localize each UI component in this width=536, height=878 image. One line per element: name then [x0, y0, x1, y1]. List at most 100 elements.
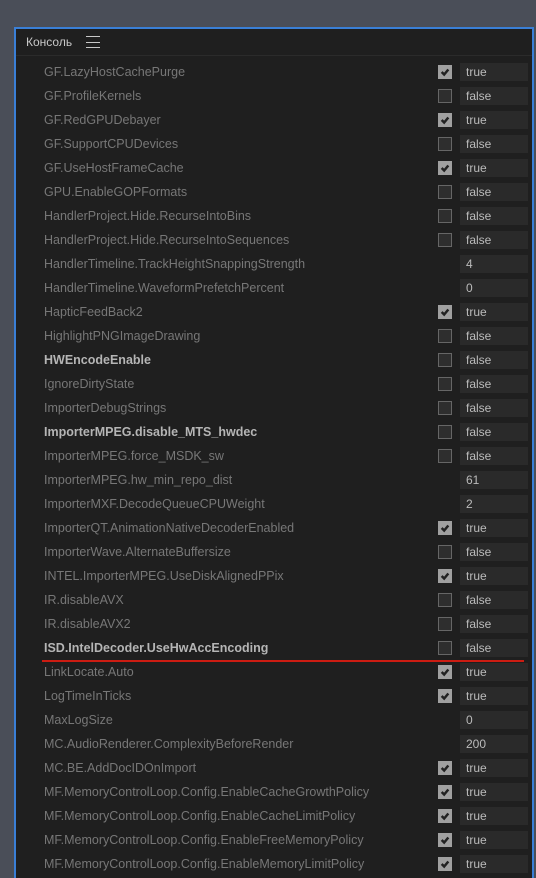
setting-row: ImporterMPEG.disable_MTS_hwdecfalse — [44, 420, 528, 444]
setting-value[interactable]: true — [460, 783, 528, 801]
checkbox-slot — [434, 689, 456, 703]
setting-value[interactable]: 0 — [460, 711, 528, 729]
checkbox-slot — [434, 545, 456, 559]
setting-label: ISD.IntelDecoder.UseHwAccEncoding — [44, 641, 434, 655]
setting-row: IgnoreDirtyStatefalse — [44, 372, 528, 396]
setting-value[interactable]: true — [460, 759, 528, 777]
setting-checkbox[interactable] — [438, 137, 452, 151]
setting-value[interactable]: false — [460, 87, 528, 105]
setting-value[interactable]: false — [460, 447, 528, 465]
setting-value[interactable]: true — [460, 303, 528, 321]
setting-row: HighlightPNGImageDrawingfalse — [44, 324, 528, 348]
setting-value[interactable]: false — [460, 351, 528, 369]
setting-checkbox[interactable] — [438, 617, 452, 631]
setting-checkbox[interactable] — [438, 593, 452, 607]
setting-value[interactable]: true — [460, 519, 528, 537]
setting-checkbox[interactable] — [438, 65, 452, 79]
setting-checkbox[interactable] — [438, 305, 452, 319]
checkbox-slot — [434, 785, 456, 799]
setting-checkbox[interactable] — [438, 857, 452, 871]
setting-label: ImporterWave.AlternateBuffersize — [44, 545, 434, 559]
setting-value[interactable]: true — [460, 687, 528, 705]
setting-label: GF.LazyHostCachePurge — [44, 65, 434, 79]
setting-checkbox[interactable] — [438, 569, 452, 583]
setting-checkbox[interactable] — [438, 449, 452, 463]
setting-checkbox[interactable] — [438, 329, 452, 343]
setting-value[interactable]: true — [460, 111, 528, 129]
setting-value[interactable]: false — [460, 543, 528, 561]
setting-checkbox[interactable] — [438, 113, 452, 127]
setting-label: MaxLogSize — [44, 713, 434, 727]
setting-value[interactable]: false — [460, 327, 528, 345]
setting-row: GF.LazyHostCachePurge true — [44, 60, 528, 84]
setting-value[interactable]: true — [460, 159, 528, 177]
checkbox-slot — [434, 857, 456, 871]
setting-value[interactable]: false — [460, 591, 528, 609]
setting-value[interactable]: 4 — [460, 255, 528, 273]
setting-value[interactable]: true — [460, 807, 528, 825]
setting-value[interactable]: true — [460, 567, 528, 585]
setting-checkbox[interactable] — [438, 785, 452, 799]
setting-label: ImporterQT.AnimationNativeDecoderEnabled — [44, 521, 434, 535]
setting-checkbox[interactable] — [438, 761, 452, 775]
setting-checkbox[interactable] — [438, 185, 452, 199]
checkbox-slot — [434, 401, 456, 415]
setting-label: GPU.EnableGOPFormats — [44, 185, 434, 199]
setting-label: HandlerTimeline.TrackHeightSnappingStren… — [44, 257, 434, 271]
setting-row: MC.AudioRenderer.ComplexityBeforeRender2… — [44, 732, 528, 756]
checkbox-slot — [434, 233, 456, 247]
setting-label: MF.MemoryControlLoop.Config.EnableCacheL… — [44, 809, 434, 823]
setting-value[interactable]: true — [460, 831, 528, 849]
setting-label: HandlerTimeline.WaveformPrefetchPercent — [44, 281, 434, 295]
setting-row: GF.SupportCPUDevicesfalse — [44, 132, 528, 156]
setting-value[interactable]: 2 — [460, 495, 528, 513]
setting-checkbox[interactable] — [438, 89, 452, 103]
setting-checkbox[interactable] — [438, 401, 452, 415]
setting-checkbox[interactable] — [438, 521, 452, 535]
setting-value[interactable]: false — [460, 231, 528, 249]
setting-checkbox[interactable] — [438, 161, 452, 175]
setting-value[interactable]: false — [460, 183, 528, 201]
setting-checkbox[interactable] — [438, 545, 452, 559]
setting-row: GF.UseHostFrameCache true — [44, 156, 528, 180]
setting-value[interactable]: true — [460, 663, 528, 681]
checkbox-slot — [434, 425, 456, 439]
checkbox-slot — [434, 305, 456, 319]
setting-value[interactable]: false — [460, 375, 528, 393]
settings-list: GF.LazyHostCachePurgetrueGF.ProfileKerne… — [16, 56, 532, 876]
setting-label: LinkLocate.Auto — [44, 665, 434, 679]
setting-row: HandlerTimeline.WaveformPrefetchPercent 0 — [44, 276, 528, 300]
setting-checkbox[interactable] — [438, 809, 452, 823]
setting-value[interactable]: false — [460, 207, 528, 225]
setting-row: HandlerProject.Hide.RecurseIntoSequences… — [44, 228, 528, 252]
setting-value[interactable]: false — [460, 615, 528, 633]
menu-icon[interactable] — [86, 36, 100, 48]
setting-row: HapticFeedBack2true — [44, 300, 528, 324]
setting-checkbox[interactable] — [438, 425, 452, 439]
setting-label: HWEncodeEnable — [44, 353, 434, 367]
setting-value[interactable]: false — [460, 399, 528, 417]
setting-label: HandlerProject.Hide.RecurseIntoSequences — [44, 233, 434, 247]
setting-value[interactable]: true — [460, 855, 528, 873]
setting-value[interactable]: false — [460, 639, 528, 657]
setting-label: GF.RedGPUDebayer — [44, 113, 434, 127]
setting-checkbox[interactable] — [438, 665, 452, 679]
checkbox-slot — [434, 617, 456, 631]
checkbox-slot — [434, 377, 456, 391]
setting-label: GF.UseHostFrameCache — [44, 161, 434, 175]
checkbox-slot — [434, 89, 456, 103]
setting-value[interactable]: 61 — [460, 471, 528, 489]
setting-value[interactable]: 200 — [460, 735, 528, 753]
setting-label: ImporterDebugStrings — [44, 401, 434, 415]
setting-value[interactable]: false — [460, 423, 528, 441]
setting-value[interactable]: true — [460, 63, 528, 81]
setting-checkbox[interactable] — [438, 233, 452, 247]
setting-checkbox[interactable] — [438, 833, 452, 847]
setting-checkbox[interactable] — [438, 209, 452, 223]
setting-checkbox[interactable] — [438, 641, 452, 655]
setting-checkbox[interactable] — [438, 353, 452, 367]
setting-checkbox[interactable] — [438, 377, 452, 391]
setting-checkbox[interactable] — [438, 689, 452, 703]
setting-value[interactable]: false — [460, 135, 528, 153]
setting-value[interactable]: 0 — [460, 279, 528, 297]
